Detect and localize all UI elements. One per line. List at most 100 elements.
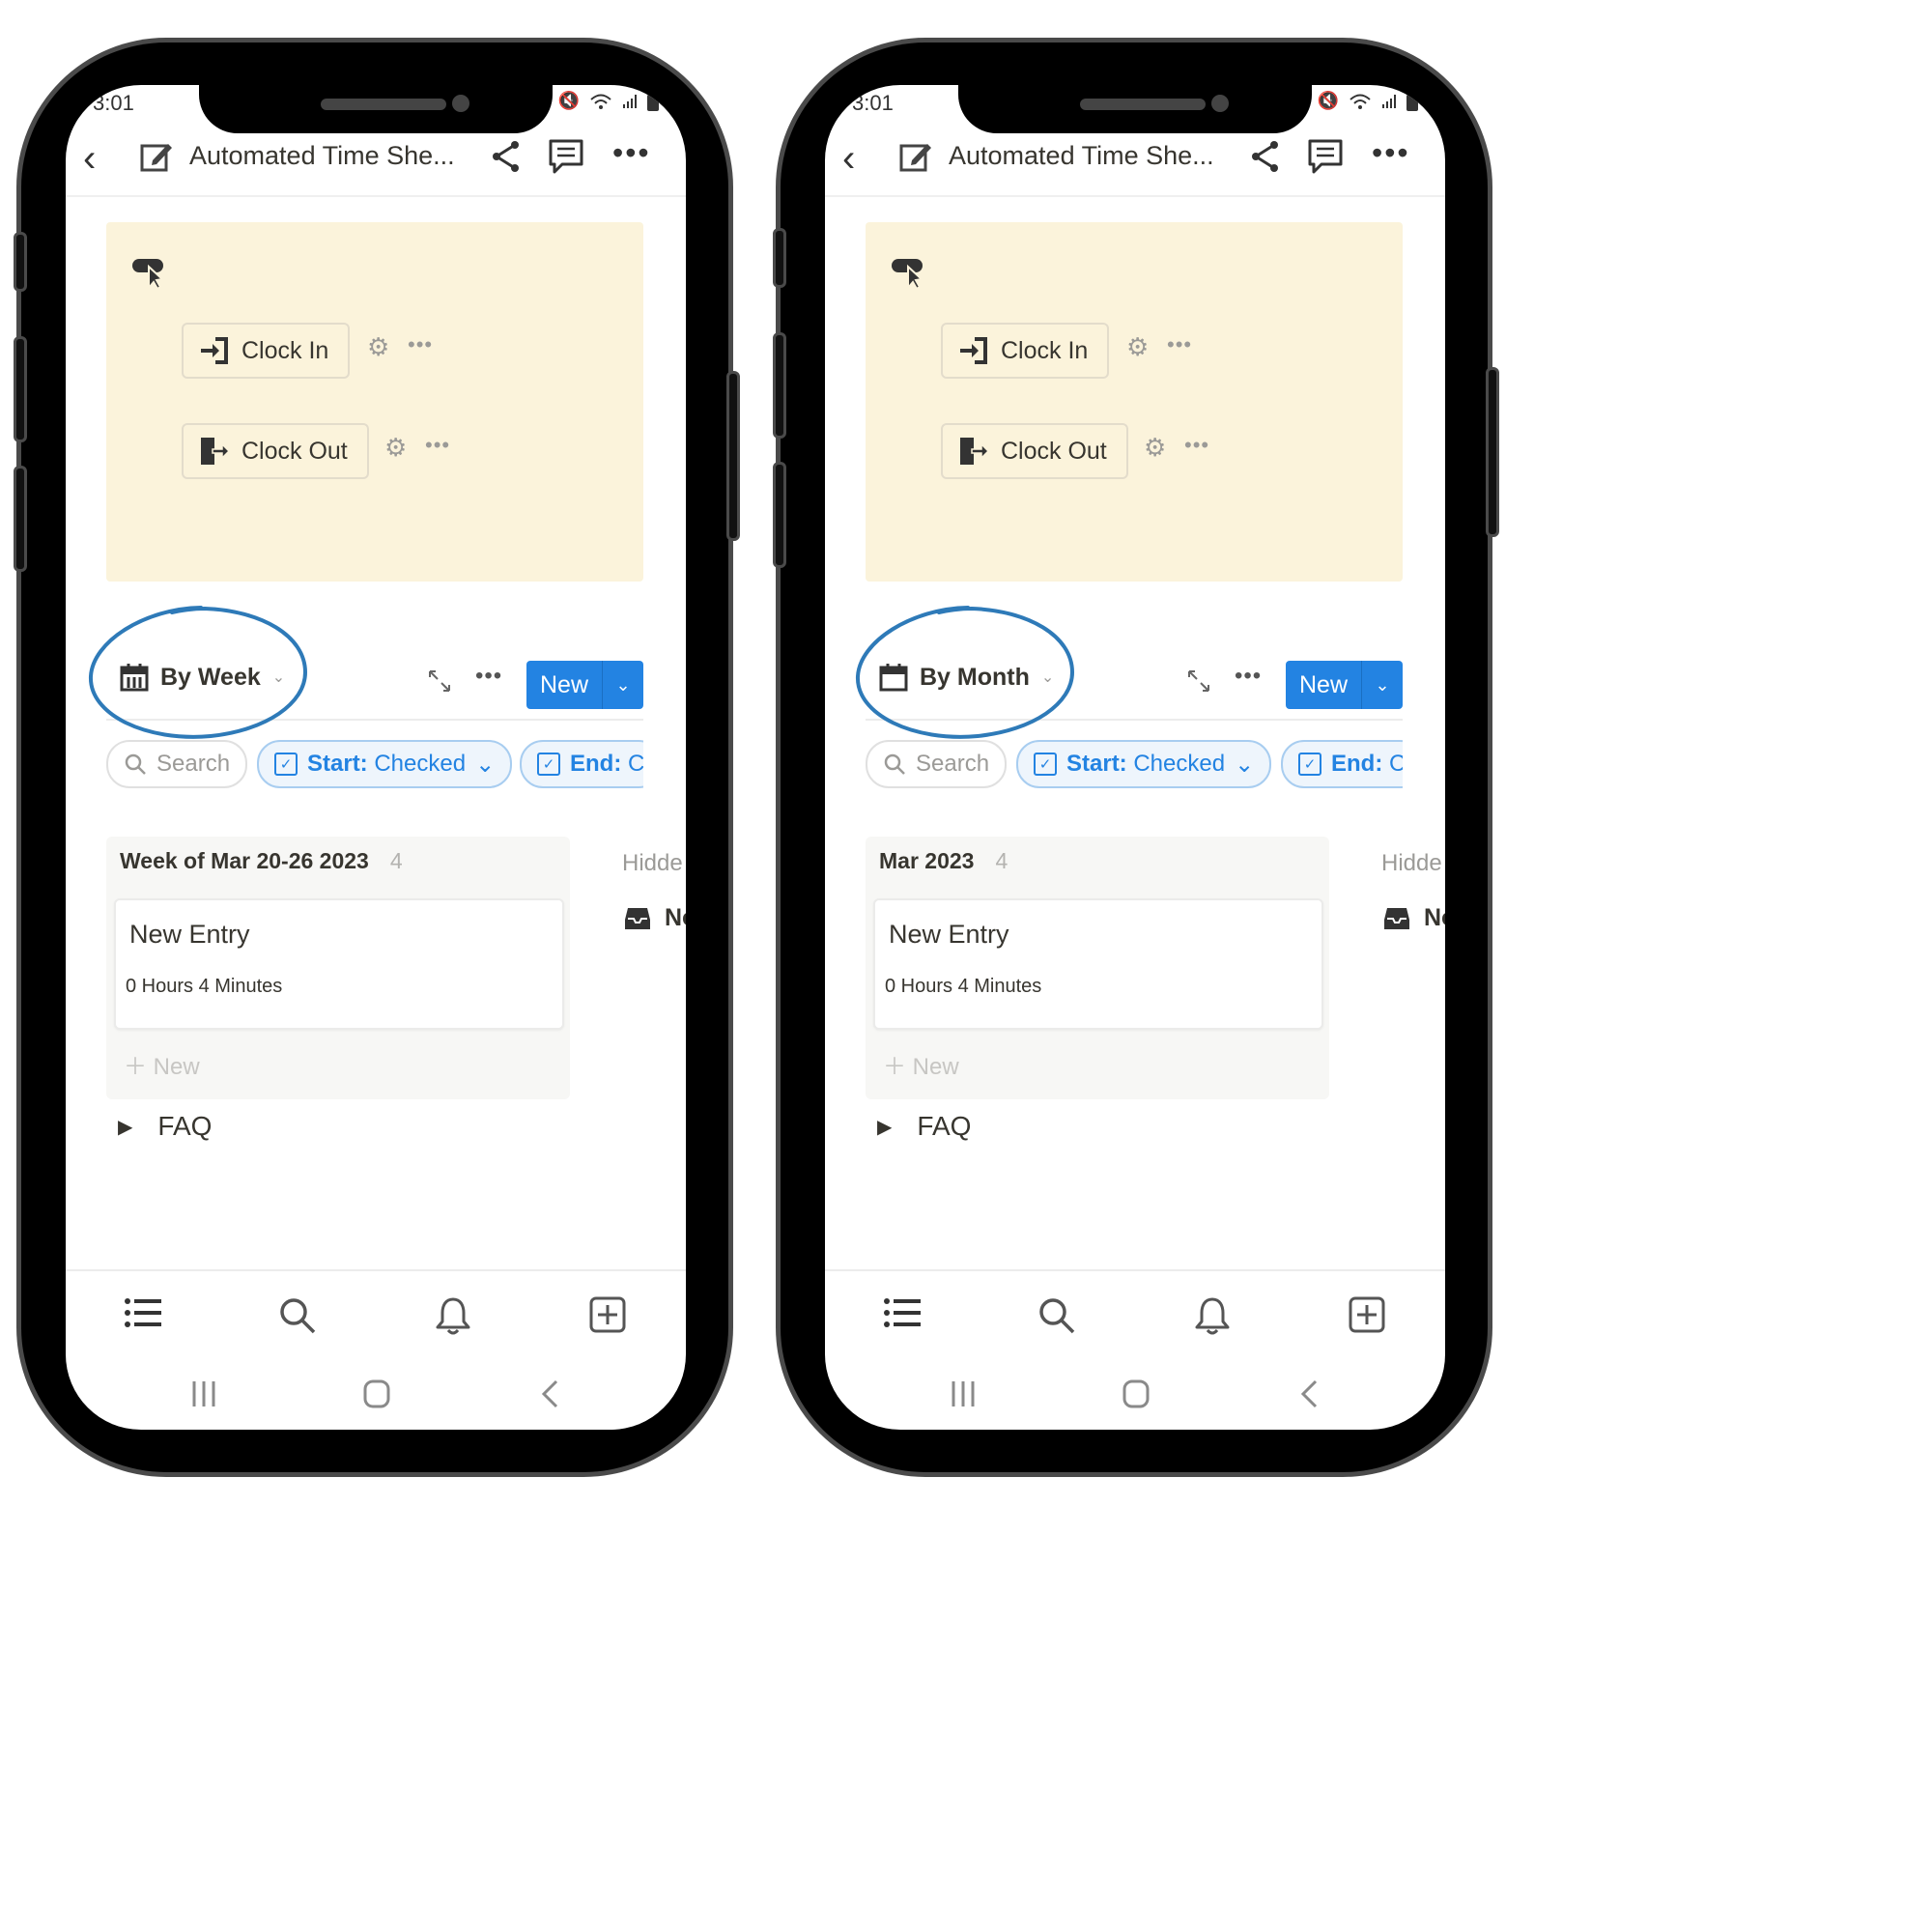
board-card[interactable]: New Entry 0 Hours 4 Minutes [114,898,564,1030]
filter-end[interactable]: ✓ End: C [520,740,643,788]
more-options-icon[interactable]: ••• [612,135,651,171]
clicking-hand-icon [132,259,165,290]
clock-in-button[interactable]: Clock In [941,323,1110,379]
more-options-icon[interactable]: ••• [425,433,450,458]
clock-out-button[interactable]: Clock Out [941,423,1128,479]
view-selector[interactable]: By Week ⌄ [120,663,285,692]
expand-icon[interactable] [427,668,452,694]
plus-icon: ＋ [883,1054,906,1080]
faq-toggle[interactable]: ▶ FAQ [118,1111,212,1142]
phone-side-button [773,228,786,288]
add-new-card[interactable]: ＋ New [124,1047,200,1081]
gear-icon[interactable]: ⚙ [1144,433,1166,463]
expand-icon[interactable] [1186,668,1211,694]
phone-side-button [14,466,27,572]
back-arrow-icon[interactable]: ‹ [842,139,855,178]
more-options-icon[interactable]: ••• [475,663,502,690]
group-header: Mar 2023 4 [879,848,1008,874]
battery-icon [647,91,659,111]
more-options-icon[interactable]: ••• [1235,663,1262,690]
status-icons: 🔇 [558,91,659,111]
inbox-icon [1384,907,1409,929]
more-options-icon[interactable]: ••• [1167,332,1192,357]
hidden-group-item[interactable]: No [624,904,686,932]
share-icon[interactable] [1250,139,1281,174]
new-record-button[interactable]: New ⌄ [1286,661,1403,709]
share-icon[interactable] [491,139,522,174]
gear-icon[interactable]: ⚙ [384,433,407,463]
system-nav-bar [66,1379,686,1428]
list-icon[interactable] [883,1296,922,1329]
view-label: By Month [920,663,1030,691]
board-group: Week of Mar 20-26 2023 4 New Entry 0 Hour… [106,837,570,1099]
home-icon[interactable] [363,1379,390,1408]
filter-end[interactable]: ✓ End: C [1281,740,1403,788]
phone-right: 3:01 🔇 ‹ Automated Time She... ••• Clock… [759,0,1499,1515]
phone-side-button [1486,367,1499,537]
search-icon [125,753,146,775]
board-card[interactable]: New Entry 0 Hours 4 Minutes [873,898,1323,1030]
status-time: 3:01 [93,91,134,115]
triangle-right-icon: ▶ [877,1116,893,1138]
clock-in-button[interactable]: Clock In [182,323,351,379]
home-icon[interactable] [1122,1379,1150,1408]
edit-page-icon[interactable] [898,139,933,174]
new-page-icon[interactable] [1349,1296,1385,1333]
wifi-icon [590,94,611,109]
chevron-down-icon[interactable]: ⌄ [1362,675,1403,696]
top-bar: ‹ Automated Time She... ••• [66,128,686,197]
hidden-groups-label: Hidde [1381,850,1442,876]
hidden-groups-label: Hidde [622,850,683,876]
faq-toggle[interactable]: ▶ FAQ [877,1111,971,1142]
filter-start[interactable]: ✓ Start: Checked ⌄ [257,740,513,788]
card-duration: 0 Hours 4 Minutes [885,976,1042,997]
view-selector[interactable]: By Month ⌄ [879,663,1054,692]
phone-side-button [773,332,786,439]
chevron-down-icon: ⌄ [1235,751,1255,778]
more-options-icon[interactable]: ••• [1372,135,1410,171]
exit-icon [960,438,989,465]
database-view-bar: By Month ⌄ ••• New ⌄ [866,659,1403,721]
recent-apps-icon[interactable] [191,1379,216,1408]
search-icon[interactable] [1037,1296,1076,1335]
page-title: Automated Time She... [189,141,455,170]
chevron-down-icon: ⌄ [1040,669,1055,686]
back-nav-icon[interactable] [1300,1379,1318,1408]
filter-end-label: End: C [570,751,643,777]
status-icons: 🔇 [1318,91,1418,111]
comment-icon[interactable] [1306,137,1345,176]
edit-page-icon[interactable] [139,139,174,174]
list-icon[interactable] [124,1296,162,1329]
more-options-icon[interactable]: ••• [1184,433,1209,458]
new-record-button[interactable]: New ⌄ [526,661,643,709]
phone-side-button [14,232,27,292]
clock-out-label: Clock Out [1001,437,1107,465]
gear-icon[interactable]: ⚙ [367,332,389,362]
bell-icon[interactable] [1194,1296,1231,1335]
hidden-group-item[interactable]: No [1383,904,1445,932]
search-icon[interactable] [278,1296,317,1335]
add-new-card[interactable]: ＋ New [883,1047,959,1081]
phone-screen: 3:01 🔇 ‹ Automated Time She... ••• Clock… [825,85,1445,1430]
back-nav-icon[interactable] [541,1379,558,1408]
filter-start[interactable]: ✓ Start: Checked ⌄ [1016,740,1272,788]
gear-icon[interactable]: ⚙ [1126,332,1149,362]
clock-in-label: Clock In [1001,336,1089,364]
more-options-icon[interactable]: ••• [408,332,433,357]
search-pill[interactable]: Search [106,740,248,788]
search-pill[interactable]: Search [866,740,1008,788]
calendar-icon [879,664,908,692]
recent-apps-icon[interactable] [951,1379,976,1408]
group-count: 4 [995,848,1009,873]
phone-left: 3:01 🔇 ‹ Automated Time She... ••• Clock… [0,0,740,1515]
phone-side-button [726,371,740,541]
back-arrow-icon[interactable]: ‹ [83,139,96,178]
clock-out-button[interactable]: Clock Out [182,423,369,479]
new-page-icon[interactable] [589,1296,626,1333]
database-view-bar: By Week ⌄ ••• New ⌄ [106,659,643,721]
group-title: Mar 2023 [879,848,975,873]
bell-icon[interactable] [435,1296,471,1335]
comment-icon[interactable] [547,137,585,176]
chevron-down-icon[interactable]: ⌄ [603,675,643,696]
group-title: Week of Mar 20-26 2023 [120,848,369,873]
